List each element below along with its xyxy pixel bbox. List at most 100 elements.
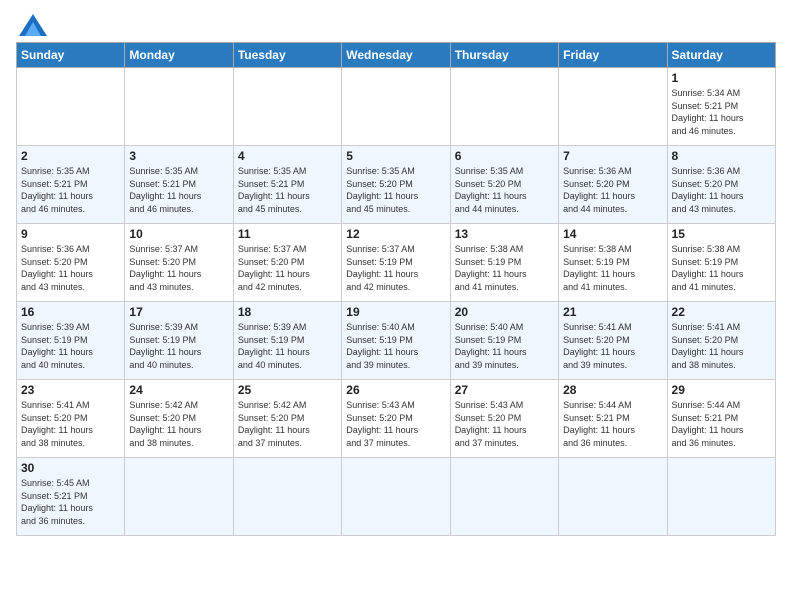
day-number: 25 bbox=[238, 383, 337, 397]
calendar-week-row: 16 Sunrise: 5:39 AM Sunset: 5:19 PM Dayli… bbox=[17, 302, 776, 380]
day-number: 1 bbox=[672, 71, 771, 85]
calendar-page: SundayMondayTuesdayWednesdayThursdayFrid… bbox=[0, 0, 792, 612]
calendar-cell: 18 Sunrise: 5:39 AM Sunset: 5:19 PM Dayli… bbox=[233, 302, 341, 380]
day-info: Sunrise: 5:39 AM Sunset: 5:19 PM Dayligh… bbox=[129, 321, 228, 371]
logo-icon bbox=[19, 14, 47, 36]
calendar-cell bbox=[125, 68, 233, 146]
calendar-week-row: 23Sunrise: 5:41 AM Sunset: 5:20 PM Dayli… bbox=[17, 380, 776, 458]
calendar-cell: 12 Sunrise: 5:37 AM Sunset: 5:19 PM Dayli… bbox=[342, 224, 450, 302]
logo-area bbox=[16, 10, 47, 36]
calendar-cell: 26 Sunrise: 5:43 AM Sunset: 5:20 PM Dayli… bbox=[342, 380, 450, 458]
day-number: 9 bbox=[21, 227, 120, 241]
calendar-cell bbox=[450, 68, 558, 146]
day-info: Sunrise: 5:44 AM Sunset: 5:21 PM Dayligh… bbox=[672, 399, 771, 449]
calendar-cell: 14 Sunrise: 5:38 AM Sunset: 5:19 PM Dayli… bbox=[559, 224, 667, 302]
day-number: 22 bbox=[672, 305, 771, 319]
day-number: 19 bbox=[346, 305, 445, 319]
calendar-cell: 5Sunrise: 5:35 AM Sunset: 5:20 PM Daylig… bbox=[342, 146, 450, 224]
day-info: Sunrise: 5:35 AM Sunset: 5:21 PM Dayligh… bbox=[238, 165, 337, 215]
day-info: Sunrise: 5:35 AM Sunset: 5:21 PM Dayligh… bbox=[21, 165, 120, 215]
day-info: Sunrise: 5:39 AM Sunset: 5:19 PM Dayligh… bbox=[21, 321, 120, 371]
day-info: Sunrise: 5:38 AM Sunset: 5:19 PM Dayligh… bbox=[455, 243, 554, 293]
day-info: Sunrise: 5:38 AM Sunset: 5:19 PM Dayligh… bbox=[672, 243, 771, 293]
calendar-cell bbox=[233, 68, 341, 146]
day-info: Sunrise: 5:39 AM Sunset: 5:19 PM Dayligh… bbox=[238, 321, 337, 371]
day-info: Sunrise: 5:37 AM Sunset: 5:19 PM Dayligh… bbox=[346, 243, 445, 293]
day-info: Sunrise: 5:34 AM Sunset: 5:21 PM Dayligh… bbox=[672, 87, 771, 137]
day-info: Sunrise: 5:37 AM Sunset: 5:20 PM Dayligh… bbox=[238, 243, 337, 293]
day-info: Sunrise: 5:41 AM Sunset: 5:20 PM Dayligh… bbox=[563, 321, 662, 371]
weekday-header-row: SundayMondayTuesdayWednesdayThursdayFrid… bbox=[17, 43, 776, 68]
weekday-header-wednesday: Wednesday bbox=[342, 43, 450, 68]
day-number: 11 bbox=[238, 227, 337, 241]
calendar-cell: 25Sunrise: 5:42 AM Sunset: 5:20 PM Dayli… bbox=[233, 380, 341, 458]
calendar-cell: 13 Sunrise: 5:38 AM Sunset: 5:19 PM Dayli… bbox=[450, 224, 558, 302]
day-info: Sunrise: 5:35 AM Sunset: 5:20 PM Dayligh… bbox=[346, 165, 445, 215]
day-info: Sunrise: 5:43 AM Sunset: 5:20 PM Dayligh… bbox=[346, 399, 445, 449]
day-info: Sunrise: 5:38 AM Sunset: 5:19 PM Dayligh… bbox=[563, 243, 662, 293]
day-info: Sunrise: 5:43 AM Sunset: 5:20 PM Dayligh… bbox=[455, 399, 554, 449]
day-number: 17 bbox=[129, 305, 228, 319]
day-number: 3 bbox=[129, 149, 228, 163]
header bbox=[16, 10, 776, 36]
day-number: 12 bbox=[346, 227, 445, 241]
calendar-cell: 30Sunrise: 5:45 AM Sunset: 5:21 PM Dayli… bbox=[17, 458, 125, 536]
weekday-header-tuesday: Tuesday bbox=[233, 43, 341, 68]
day-info: Sunrise: 5:44 AM Sunset: 5:21 PM Dayligh… bbox=[563, 399, 662, 449]
calendar-cell: 27Sunrise: 5:43 AM Sunset: 5:20 PM Dayli… bbox=[450, 380, 558, 458]
calendar-cell: 19 Sunrise: 5:40 AM Sunset: 5:19 PM Dayli… bbox=[342, 302, 450, 380]
day-number: 26 bbox=[346, 383, 445, 397]
calendar-cell: 16 Sunrise: 5:39 AM Sunset: 5:19 PM Dayli… bbox=[17, 302, 125, 380]
calendar-cell: 9Sunrise: 5:36 AM Sunset: 5:20 PM Daylig… bbox=[17, 224, 125, 302]
day-number: 20 bbox=[455, 305, 554, 319]
calendar-table: SundayMondayTuesdayWednesdayThursdayFrid… bbox=[16, 42, 776, 536]
day-number: 8 bbox=[672, 149, 771, 163]
day-number: 18 bbox=[238, 305, 337, 319]
day-info: Sunrise: 5:35 AM Sunset: 5:21 PM Dayligh… bbox=[129, 165, 228, 215]
day-info: Sunrise: 5:36 AM Sunset: 5:20 PM Dayligh… bbox=[563, 165, 662, 215]
calendar-cell: 7 Sunrise: 5:36 AM Sunset: 5:20 PM Daylig… bbox=[559, 146, 667, 224]
calendar-cell bbox=[125, 458, 233, 536]
day-number: 13 bbox=[455, 227, 554, 241]
calendar-cell: 23Sunrise: 5:41 AM Sunset: 5:20 PM Dayli… bbox=[17, 380, 125, 458]
calendar-cell: 2Sunrise: 5:35 AM Sunset: 5:21 PM Daylig… bbox=[17, 146, 125, 224]
weekday-header-monday: Monday bbox=[125, 43, 233, 68]
calendar-cell: 10Sunrise: 5:37 AM Sunset: 5:20 PM Dayli… bbox=[125, 224, 233, 302]
day-info: Sunrise: 5:41 AM Sunset: 5:20 PM Dayligh… bbox=[21, 399, 120, 449]
calendar-cell bbox=[559, 458, 667, 536]
calendar-cell: 28 Sunrise: 5:44 AM Sunset: 5:21 PM Dayli… bbox=[559, 380, 667, 458]
calendar-cell: 8 Sunrise: 5:36 AM Sunset: 5:20 PM Daylig… bbox=[667, 146, 775, 224]
calendar-cell: 6 Sunrise: 5:35 AM Sunset: 5:20 PM Daylig… bbox=[450, 146, 558, 224]
weekday-header-saturday: Saturday bbox=[667, 43, 775, 68]
day-number: 16 bbox=[21, 305, 120, 319]
calendar-cell: 21 Sunrise: 5:41 AM Sunset: 5:20 PM Dayli… bbox=[559, 302, 667, 380]
day-number: 15 bbox=[672, 227, 771, 241]
calendar-cell bbox=[342, 458, 450, 536]
day-info: Sunrise: 5:36 AM Sunset: 5:20 PM Dayligh… bbox=[672, 165, 771, 215]
day-number: 14 bbox=[563, 227, 662, 241]
day-number: 6 bbox=[455, 149, 554, 163]
calendar-cell: 4 Sunrise: 5:35 AM Sunset: 5:21 PM Daylig… bbox=[233, 146, 341, 224]
calendar-cell: 20 Sunrise: 5:40 AM Sunset: 5:19 PM Dayli… bbox=[450, 302, 558, 380]
calendar-cell: 1 Sunrise: 5:34 AM Sunset: 5:21 PM Daylig… bbox=[667, 68, 775, 146]
day-number: 21 bbox=[563, 305, 662, 319]
day-info: Sunrise: 5:40 AM Sunset: 5:19 PM Dayligh… bbox=[455, 321, 554, 371]
calendar-cell: 29Sunrise: 5:44 AM Sunset: 5:21 PM Dayli… bbox=[667, 380, 775, 458]
day-info: Sunrise: 5:35 AM Sunset: 5:20 PM Dayligh… bbox=[455, 165, 554, 215]
calendar-cell bbox=[233, 458, 341, 536]
day-number: 28 bbox=[563, 383, 662, 397]
calendar-cell: 3 Sunrise: 5:35 AM Sunset: 5:21 PM Daylig… bbox=[125, 146, 233, 224]
calendar-week-row: 9Sunrise: 5:36 AM Sunset: 5:20 PM Daylig… bbox=[17, 224, 776, 302]
day-number: 4 bbox=[238, 149, 337, 163]
day-info: Sunrise: 5:42 AM Sunset: 5:20 PM Dayligh… bbox=[129, 399, 228, 449]
calendar-cell: 15 Sunrise: 5:38 AM Sunset: 5:19 PM Dayli… bbox=[667, 224, 775, 302]
calendar-cell bbox=[667, 458, 775, 536]
calendar-cell: 22Sunrise: 5:41 AM Sunset: 5:20 PM Dayli… bbox=[667, 302, 775, 380]
day-number: 7 bbox=[563, 149, 662, 163]
day-info: Sunrise: 5:37 AM Sunset: 5:20 PM Dayligh… bbox=[129, 243, 228, 293]
day-number: 24 bbox=[129, 383, 228, 397]
calendar-week-row: 30Sunrise: 5:45 AM Sunset: 5:21 PM Dayli… bbox=[17, 458, 776, 536]
day-info: Sunrise: 5:40 AM Sunset: 5:19 PM Dayligh… bbox=[346, 321, 445, 371]
weekday-header-friday: Friday bbox=[559, 43, 667, 68]
calendar-cell: 17 Sunrise: 5:39 AM Sunset: 5:19 PM Dayli… bbox=[125, 302, 233, 380]
